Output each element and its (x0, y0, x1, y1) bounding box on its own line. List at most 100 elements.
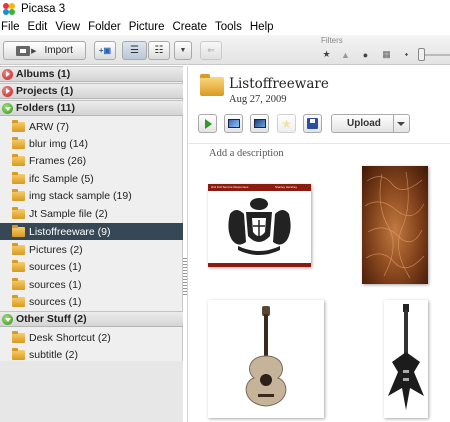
people-back-icon: ⇐ (207, 45, 215, 55)
folder-item-label: sources (1) (29, 260, 82, 273)
folder-item-jt-sample-file[interactable]: Jt Sample file (2) (0, 205, 183, 222)
save-button[interactable] (303, 114, 322, 133)
menu-bar: File Edit View Folder Picture Create Too… (0, 18, 450, 35)
dropdown-icon: ▼ (179, 47, 187, 54)
menu-folder[interactable]: Folder (84, 21, 125, 33)
folder-item-label: sources (1) (29, 295, 82, 308)
picasa-logo-icon (3, 2, 16, 16)
chevron-down-icon[interactable] (397, 121, 405, 126)
title-bar: Picasa 3 (0, 0, 450, 18)
thumbnail-coat-of-arms-certificate[interactable]: 2nd Full Service Responses Stanley Hersh… (208, 184, 311, 267)
expanded-arrow-icon (2, 313, 13, 325)
make-collage-icon (227, 119, 240, 128)
folder-item-label: ifc Sample (5) (29, 172, 94, 185)
menu-edit[interactable]: Edit (24, 21, 52, 33)
section-other-stuff[interactable]: Other Stuff (2) (0, 311, 183, 327)
folder-item-desk-shortcut[interactable]: Desk Shortcut (2) (0, 329, 183, 346)
make-movie-button[interactable] (250, 114, 269, 133)
star-icon: ★ (281, 116, 292, 131)
add-description-field[interactable]: Add a description (209, 148, 284, 159)
folder-item-label: Desk Shortcut (2) (29, 331, 111, 344)
album-date: Aug 27, 2009 (229, 94, 287, 105)
movie-filter-icon[interactable]: ▦ (379, 48, 394, 61)
folder-item-arw[interactable]: ARW (7) (0, 118, 183, 135)
menu-view[interactable]: View (51, 21, 84, 33)
folder-item-frames[interactable]: Frames (26) (0, 152, 183, 169)
view-dropdown-button[interactable]: ▼ (174, 41, 192, 60)
section-albums-label: Albums (1) (16, 68, 71, 80)
folder-item-listoffreeware[interactable]: Listoffreeware (9) (0, 223, 183, 240)
thumbnail-electric-guitar[interactable] (384, 300, 428, 418)
make-movie-icon (253, 119, 266, 128)
list-view-button[interactable]: ☰ (122, 41, 147, 60)
folder-item-label: ARW (7) (29, 120, 70, 133)
folder-item-sources[interactable]: sources (1) (0, 276, 183, 293)
folder-item-label: blur img (14) (29, 137, 88, 150)
filter-slider-handle[interactable] (418, 48, 425, 61)
tree-view-button[interactable]: ☷ (148, 41, 170, 60)
main-toolbar: ▶ Import +▣ ☰ ☷ ▼ ⇐ Filters ★ ▲ ● ▦ ⬩ (0, 35, 450, 65)
star-button[interactable]: ★ (277, 114, 296, 133)
folder-item-label: Frames (26) (29, 154, 87, 167)
collapsed-arrow-icon (2, 68, 13, 80)
folder-item-label: Jt Sample file (2) (29, 207, 108, 220)
star-filter-icon[interactable]: ★ (319, 48, 334, 61)
window-title: Picasa 3 (21, 3, 66, 15)
folder-item-pictures[interactable]: Pictures (2) (0, 241, 183, 258)
section-folders-label: Folders (11) (16, 102, 75, 114)
import-button[interactable]: ▶ Import (3, 41, 86, 60)
folder-icon (12, 277, 25, 290)
import-icon (16, 45, 31, 56)
import-label: Import (44, 45, 73, 56)
make-collage-button[interactable] (224, 114, 243, 133)
album-toolbar: ★ Upload (188, 112, 450, 142)
folder-icon (12, 259, 25, 272)
section-folders[interactable]: Folders (11) (0, 100, 183, 116)
face-filter-icon[interactable]: ● (358, 48, 373, 61)
menu-tools[interactable]: Tools (211, 21, 246, 33)
section-other-stuff-label: Other Stuff (2) (16, 313, 87, 325)
filters-label: Filters (321, 36, 343, 45)
section-projects[interactable]: Projects (1) (0, 83, 183, 99)
folder-item-img-stack-sample[interactable]: img stack sample (19) (0, 187, 183, 204)
acoustic-guitar-image (245, 306, 287, 407)
album-header: Listoffreeware Aug 27, 2009 (188, 66, 450, 112)
menu-help[interactable]: Help (246, 21, 278, 33)
play-slideshow-button[interactable] (198, 114, 217, 133)
folder-icon (12, 206, 25, 219)
folder-item-sources[interactable]: sources (1) (0, 293, 183, 310)
thumbnail-acoustic-guitar[interactable] (208, 300, 324, 418)
filter-slider-track (422, 54, 450, 56)
upload-button[interactable]: Upload (331, 114, 410, 133)
menu-create[interactable]: Create (168, 21, 211, 33)
menu-picture[interactable]: Picture (125, 21, 169, 33)
library-view: Listoffreeware Aug 27, 2009 ★ Upload Add… (187, 66, 450, 422)
folder-item-sources[interactable]: sources (1) (0, 258, 183, 275)
left-pane: Albums (1) Projects (1) Folders (11) ARW… (0, 66, 183, 422)
folder-icon (12, 224, 25, 237)
expanded-arrow-icon (2, 102, 13, 114)
folder-icon (12, 171, 25, 184)
folder-item-ifc-sample[interactable]: ifc Sample (5) (0, 170, 183, 187)
folder-icon (12, 242, 25, 255)
collapsed-arrow-icon (2, 85, 13, 97)
folder-item-label: Pictures (2) (29, 243, 83, 256)
add-to-library-button[interactable]: +▣ (94, 41, 116, 60)
folder-item-label: subtitle (2) (29, 348, 79, 361)
list-view-icon: ☰ (130, 45, 139, 56)
folder-item-label: img stack sample (19) (29, 189, 132, 202)
folder-item-label: Listoffreeware (9) (29, 225, 111, 238)
section-projects-label: Projects (1) (16, 85, 74, 97)
save-icon (307, 118, 318, 129)
album-title[interactable]: Listoffreeware (229, 76, 329, 92)
electric-guitar-image (388, 304, 424, 410)
menu-file[interactable]: File (0, 21, 24, 33)
geotag-filter-icon[interactable]: ⬩ (399, 48, 414, 61)
section-albums[interactable]: Albums (1) (0, 66, 183, 82)
people-back-button[interactable]: ⇐ (200, 41, 222, 60)
import-arrow-icon: ▶ (31, 47, 37, 55)
folder-item-label: sources (1) (29, 278, 82, 291)
thumbnail-copper-texture[interactable] (362, 166, 428, 284)
upload-filter-icon[interactable]: ▲ (338, 48, 353, 61)
folder-item-blur-img[interactable]: blur img (14) (0, 135, 183, 152)
